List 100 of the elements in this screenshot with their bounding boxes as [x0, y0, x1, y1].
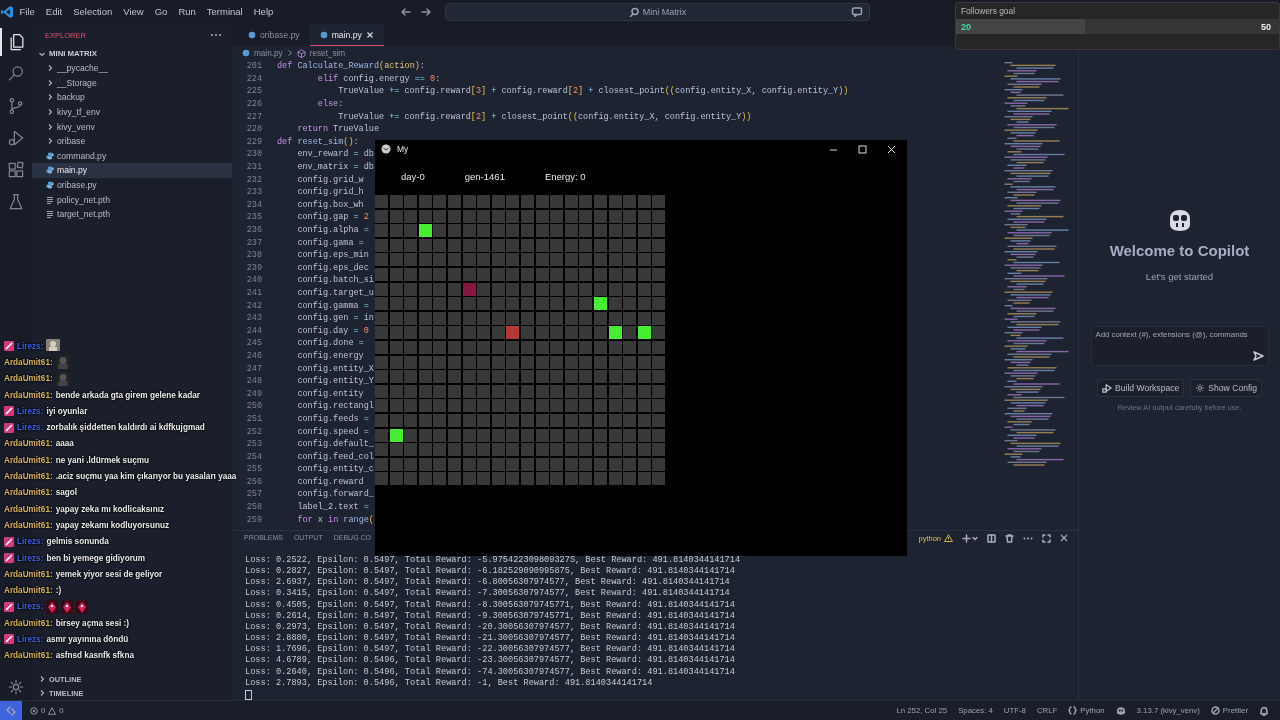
goal-title: Followers goal: [960, 5, 1016, 18]
terminal-line: Loss: 0.2640, Epsilon: 0.5496, Total Reward: -74.30056307974577, Best Reward: 491.8140344141714: [245, 666, 736, 678]
bell-icon[interactable]: [1259, 705, 1269, 716]
braces-icon: [1068, 706, 1078, 715]
code-line: config.entity: [296, 388, 364, 399]
line-number: 232: [245, 174, 262, 185]
current-count: 20: [961, 21, 971, 32]
copilot-icon[interactable]: [1115, 705, 1126, 716]
chat-message: asfnsd kasnfk sfkna: [55, 651, 134, 661]
code-line: def Calculate_Reward(action):: [277, 61, 425, 72]
line-number: 249: [245, 388, 262, 399]
emote-icon: [46, 339, 61, 354]
editor-tab[interactable]: oribase.py: [238, 24, 310, 46]
chat-message: asmr yayınına döndü: [46, 635, 129, 644]
chevron-icon[interactable]: [46, 64, 54, 73]
code-line: TrueValue += config.reward[3] + config.reward[2] + closest_point((config.entity_X, config.entity_Y)): [337, 86, 849, 97]
chevron-icon[interactable]: [38, 675, 46, 683]
tree-item[interactable]: __Storage: [32, 75, 232, 91]
chevron-icon[interactable]: [46, 137, 54, 146]
chat-username[interactable]: ArdaUmit61:: [4, 455, 53, 465]
menu-item[interactable]: File: [14, 0, 41, 24]
more-icon[interactable]: [1023, 536, 1033, 540]
line-number: 201: [245, 61, 262, 72]
tree-item[interactable]: kivy_tf_env: [32, 104, 232, 120]
forward-arrow-icon[interactable]: [420, 6, 432, 18]
line-number: 238: [245, 250, 262, 261]
add-icon[interactable]: [962, 533, 978, 543]
terminal-line: Loss: 2.7893, Epsilon: 0.5496, Total Reward: -1, Best Reward: 491.8140344141714: [245, 677, 654, 689]
maximize-icon[interactable]: [1042, 533, 1051, 543]
breadcrumb-item[interactable]: main.py: [254, 48, 283, 58]
chevron-icon[interactable]: [46, 122, 54, 131]
tree-item[interactable]: oribase.py: [32, 177, 232, 193]
chevron-icon[interactable]: [46, 93, 54, 102]
chat-username[interactable]: ArdaUmit61:: [4, 504, 53, 514]
chat-username[interactable]: ArdaUmit61:: [4, 357, 53, 367]
settings-icon[interactable]: [7, 678, 25, 696]
editor-tab[interactable]: main.py: [309, 24, 384, 46]
menu-item[interactable]: Edit: [40, 0, 68, 24]
chat-username[interactable]: ArdaUmit61:: [4, 439, 53, 449]
code-line: config.box_wh: [296, 199, 364, 210]
chevron-icon[interactable]: [46, 108, 54, 117]
line-number: 256: [245, 476, 262, 487]
line-number: 246: [245, 350, 262, 361]
tree-item[interactable]: command.py: [32, 148, 232, 164]
line-number: 257: [245, 489, 262, 500]
close-icon[interactable]: [887, 144, 896, 154]
chat-message: :): [55, 586, 62, 596]
close-icon[interactable]: [365, 30, 374, 39]
close-icon[interactable]: [1060, 534, 1068, 543]
tree-item[interactable]: kivy_venv: [32, 119, 232, 134]
menu-item[interactable]: Selection: [67, 0, 118, 24]
tree-item[interactable]: backup: [32, 90, 232, 105]
menu-item[interactable]: View: [117, 0, 150, 24]
python-icon: [46, 181, 54, 190]
settings-button[interactable]: Show Config: [1190, 379, 1263, 397]
code-line: config.energy: [296, 350, 364, 361]
tree-item[interactable]: policy_net.pth: [32, 192, 232, 207]
code-line: return TrueValue: [296, 124, 380, 135]
chevron-icon[interactable]: [46, 78, 54, 87]
trash-icon[interactable]: [1005, 533, 1014, 543]
workspace-button[interactable]: Build Workspace: [1096, 379, 1185, 397]
chat-username[interactable]: ArdaUmit61:: [4, 472, 53, 481]
line-number: 233: [245, 187, 262, 198]
code-line: config.gama =: [296, 237, 364, 248]
menu-item[interactable]: Go: [149, 0, 173, 24]
line-number: 228: [245, 124, 262, 135]
code-line: config.entity_X: [296, 363, 374, 374]
menu-item[interactable]: Help: [248, 0, 279, 24]
terminal-line: Loss: 0.4505, Epsilon: 0.5497, Total Reward: -8.300563079745771, Best Reward: 491.8140344141714: [245, 599, 736, 611]
chat-message: zorbalık şiddetten kaldırdı ai kdfkujgmad: [46, 423, 205, 433]
tree-item[interactable]: target_net.pth: [32, 206, 232, 222]
chat-username[interactable]: ArdaUmit61:: [4, 390, 53, 400]
chat-username[interactable]: ArdaUmit61:: [4, 569, 53, 579]
chat-username[interactable]: ArdaUmit61:: [4, 651, 53, 661]
more-icon[interactable]: [210, 33, 222, 37]
chat-username[interactable]: ArdaUmit61:: [4, 374, 53, 384]
menu-item[interactable]: Terminal: [201, 0, 249, 24]
chat-message: ne yani .ldürmek suçmu: [55, 455, 149, 465]
chat-username[interactable]: ArdaUmit61:: [4, 586, 53, 596]
chat-icon[interactable]: [851, 6, 863, 18]
chat-username[interactable]: ArdaUmit61:: [4, 520, 53, 530]
code-line: config.forward_: [296, 489, 374, 500]
chevron-icon[interactable]: [38, 689, 46, 697]
tree-item[interactable]: main.py: [32, 163, 232, 178]
tree-item[interactable]: oribase: [32, 133, 232, 149]
chat-username[interactable]: ArdaUmit61:: [4, 618, 53, 628]
chat-username[interactable]: ArdaUmit61:: [4, 488, 53, 498]
split-icon[interactable]: [987, 533, 996, 543]
line-number: 243: [245, 313, 262, 324]
back-arrow-icon[interactable]: [400, 6, 412, 18]
send-icon[interactable]: [1252, 351, 1264, 361]
code-line: def reset_sim():: [277, 136, 359, 147]
menu-item[interactable]: Run: [172, 0, 202, 24]
breadcrumb-item[interactable]: reset_sim: [309, 48, 346, 58]
text-file-icon: [46, 210, 54, 219]
maximize-icon[interactable]: [858, 144, 867, 154]
code-line: config.gap = 2: [296, 212, 369, 223]
cube-icon: [296, 48, 306, 58]
tree-item[interactable]: __pycache__: [32, 61, 232, 76]
search-field[interactable]: Mini Matrix: [445, 3, 870, 21]
